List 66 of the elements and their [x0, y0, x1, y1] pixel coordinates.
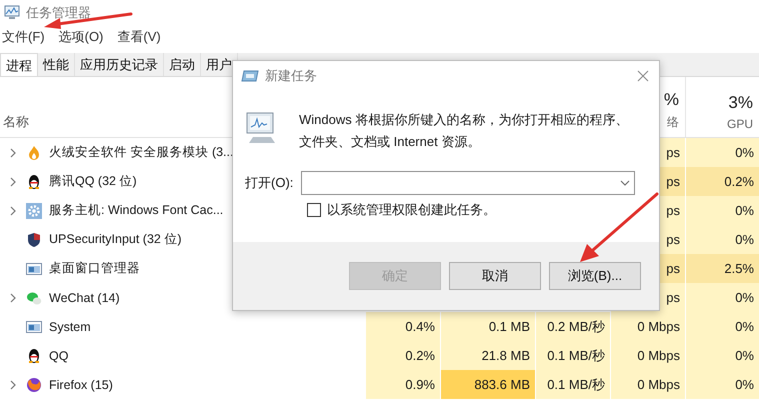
column-header[interactable]: 络	[667, 114, 679, 131]
usage-cell: 0 Mbps	[610, 341, 685, 370]
usage-cell: 0%	[685, 370, 759, 399]
usage-cell: 0.9%	[365, 370, 440, 399]
process-name: System	[49, 320, 91, 334]
chevron-icon[interactable]	[10, 206, 16, 216]
process-name: WeChat (14)	[49, 290, 120, 304]
process-name: 桌面窗口管理器	[49, 260, 140, 277]
usage-cell: 0.1 MB/秒	[535, 341, 610, 370]
usage-cell: 0 Mbps	[610, 312, 685, 341]
chevron-icon[interactable]	[10, 148, 16, 158]
process-name: Firefox (15)	[49, 378, 113, 392]
usage-cell: 0.2 MB/秒	[535, 312, 610, 341]
tab[interactable]: 进程	[0, 53, 38, 76]
tab[interactable]: 应用历史记录	[75, 53, 164, 76]
usage-cell: 0%	[685, 225, 759, 254]
usage-cell: 0.1 MB	[440, 312, 535, 341]
usage-cell: 2.5%	[685, 254, 759, 283]
process-name: 服务主机: Windows Font Cac...	[49, 202, 224, 219]
open-field[interactable]	[301, 171, 636, 195]
chevron-icon[interactable]	[10, 380, 16, 390]
menu-item[interactable]: 选项(O)	[58, 28, 104, 46]
process-name: 火绒安全软件 安全服务模块 (3...	[49, 144, 234, 161]
checkbox[interactable]	[307, 203, 321, 217]
flame-icon	[26, 144, 42, 160]
chat-icon	[26, 290, 42, 306]
dialog-button[interactable]: 取消	[449, 262, 541, 290]
column-header[interactable]: GPU	[726, 117, 753, 131]
usage-cell: 0%	[685, 196, 759, 225]
usage-cell: 0%	[685, 312, 759, 341]
shield-icon	[26, 232, 42, 248]
usage-cell: 0.2%	[685, 167, 759, 196]
process-name: 腾讯QQ (32 位)	[49, 173, 137, 190]
fox-icon	[26, 376, 42, 392]
close-icon[interactable]	[637, 70, 649, 82]
usage-cell: 0.4%	[365, 312, 440, 341]
chevron-icon[interactable]	[10, 292, 16, 302]
process-name: UPSecurityInput (32 位)	[49, 231, 182, 248]
window-icon	[26, 320, 42, 334]
window-title: 任务管理器	[26, 4, 91, 22]
usage-cell: 0%	[685, 138, 759, 167]
menu-item[interactable]: 文件(F)	[2, 28, 45, 46]
usage-cell: 21.8 MB	[440, 341, 535, 370]
penguin-icon	[26, 174, 42, 190]
usage-cell: 0.1 MB/秒	[535, 370, 610, 399]
usage-cell: 0%	[685, 283, 759, 312]
gear-icon	[26, 202, 42, 218]
menu-item[interactable]: 查看(V)	[117, 28, 161, 46]
window-icon	[26, 262, 42, 276]
usage-cell: 0 Mbps	[610, 370, 685, 399]
usage-cell: 0%	[685, 341, 759, 370]
usage-cell: 883.6 MB	[440, 370, 535, 399]
process-name: QQ	[49, 348, 68, 362]
usage-cell: 0.2%	[365, 341, 440, 370]
dialog-button[interactable]: 浏览(B)...	[549, 262, 641, 290]
dialog-title: 新建任务	[265, 67, 318, 85]
tab[interactable]: 启动	[164, 53, 201, 76]
penguin-icon	[26, 348, 42, 364]
column-total: %	[664, 90, 679, 110]
column-total: 3%	[728, 93, 753, 113]
monitor-icon	[4, 5, 20, 20]
chevron-icon[interactable]	[10, 176, 16, 186]
open-label: 打开(O):	[245, 174, 294, 192]
tab[interactable]: 性能	[38, 53, 75, 76]
run-icon	[241, 70, 259, 82]
checkbox-label[interactable]: 以系统管理权限创建此任务。	[327, 201, 496, 219]
